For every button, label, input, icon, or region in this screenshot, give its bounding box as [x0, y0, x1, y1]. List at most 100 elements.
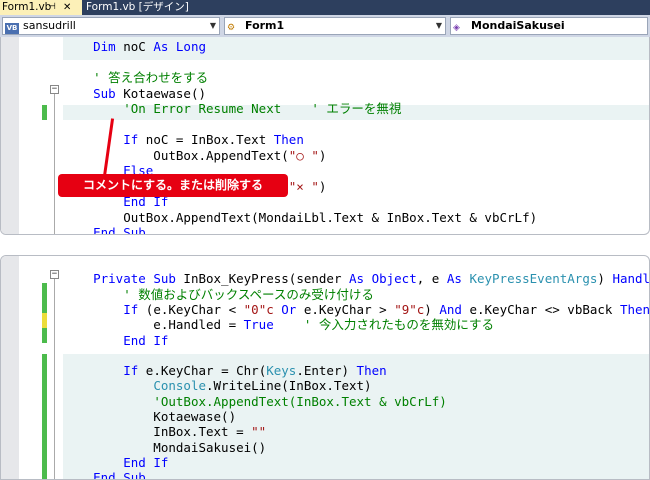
code-token: Dim [93, 39, 116, 54]
code-line[interactable]: OutBox.AppendText("○ ") [63, 148, 326, 163]
outline-line [54, 94, 55, 234]
code-token: Sub [93, 85, 116, 101]
code-line[interactable]: If (e.KeyChar < "0"c Or e.KeyChar > "9"c… [63, 301, 650, 317]
code-line[interactable]: e.Handled = True ' 今入力されたものを無効にする [63, 317, 494, 332]
code-line[interactable]: Private Sub InBox_KeyPress(sender As Obj… [63, 271, 650, 287]
code-editor-bottom[interactable]: − Private Sub InBox_KeyPress(sender As O… [0, 255, 650, 480]
code-token: MondaiSakusei() [63, 439, 267, 455]
indicator-margin [1, 256, 19, 479]
tab-form1-designer[interactable]: Form1.vb [デザイン] [86, 0, 189, 15]
chevron-down-icon: ▼ [209, 21, 216, 30]
code-token: If [123, 301, 139, 317]
code-token: Handles [612, 271, 650, 287]
code-token: Then [619, 301, 650, 317]
code-line[interactable]: If noC = InBox.Text Then [63, 132, 304, 147]
document-tab-bar: Form1.vb ⊣ ✕ Form1.vb [デザイン] [0, 0, 650, 15]
object-name: Form1 [245, 19, 285, 32]
code-line[interactable]: 'OutBox.AppendText(InBox.Text & vbCrLf) [63, 394, 447, 409]
code-token: If [123, 363, 139, 379]
code-line[interactable]: End If [63, 455, 168, 470]
code-token: "" [251, 424, 267, 440]
line-margin [19, 37, 63, 234]
code-token: End If [123, 454, 169, 470]
code-token: e.KeyChar <> vbBack [461, 301, 620, 317]
member-dropdown[interactable]: ◈ MondaiSakusei [450, 17, 648, 35]
code-token: If [123, 132, 139, 147]
code-token: Keys [266, 363, 297, 379]
chevron-down-icon: ▼ [435, 21, 442, 30]
change-marker [42, 328, 47, 343]
separator [0, 235, 650, 255]
pin-icon[interactable]: ⊣ [48, 0, 56, 15]
code-token: "0"c [243, 301, 274, 317]
code-token: ) [318, 178, 327, 194]
code-token: e.KeyChar > [296, 301, 395, 317]
line-margin [19, 256, 63, 479]
code-token: "○ " [288, 147, 319, 163]
change-marker [42, 283, 47, 313]
code-line[interactable]: ' 答え合わせをする [63, 70, 208, 85]
code-token: ) [318, 147, 327, 163]
code-line[interactable]: InBox.Text = "" [63, 424, 266, 439]
code-editor-top[interactable]: − Dim noC As Long ' 答え合わせをする Sub Kotaewa… [0, 37, 650, 235]
code-line[interactable]: 'On Error Resume Next ' エラーを無視 [63, 101, 401, 116]
member-name: MondaiSakusei [471, 19, 565, 32]
form-class-icon: ⚙ [227, 23, 236, 33]
code-line[interactable]: If e.KeyChar = Chr(Keys.Enter) Then [63, 363, 387, 379]
code-line[interactable]: Console.WriteLine(InBox.Text) [63, 378, 372, 394]
code-token: OutBox.AppendText(MondaiLbl.Text & InBox… [63, 209, 538, 225]
indicator-margin [1, 37, 19, 234]
code-token: End Sub [93, 225, 146, 235]
code-token: , e [416, 271, 447, 287]
code-line[interactable]: End Sub [63, 470, 146, 480]
unsaved-change-marker [42, 313, 47, 328]
code-token: And [439, 301, 462, 317]
tab-label: Form1.vb [2, 1, 52, 13]
code-token: Then [356, 363, 387, 379]
project-name: sansudrill [23, 19, 76, 32]
close-icon[interactable]: ✕ [63, 0, 71, 15]
tab-form1-vb[interactable]: Form1.vb ⊣ ✕ [0, 0, 82, 15]
project-dropdown[interactable]: VB sansudrill ▼ [2, 17, 220, 35]
code-token: OutBox.AppendText( [63, 147, 289, 163]
code-token: .WriteLine(InBox.Text) [206, 378, 372, 394]
code-token: Or [281, 301, 297, 317]
code-line[interactable]: ' 数値およびバックスペースのみ受け付ける [63, 287, 374, 302]
change-marker [42, 105, 47, 120]
code-token: Kotaewase() [63, 409, 237, 424]
code-token: KeyPressEventArgs [469, 271, 598, 287]
code-token: (e.KeyChar < [138, 301, 244, 317]
code-token: ' 答え合わせをする [93, 70, 209, 85]
code-token: "9"c [394, 301, 425, 317]
collapse-icon[interactable]: − [50, 85, 59, 94]
vb-project-icon: VB [5, 23, 19, 34]
code-token: ' 今入力されたものを無効にする [303, 317, 495, 333]
code-token: ) [424, 301, 440, 317]
code-line[interactable]: Kotaewase() [63, 409, 236, 424]
code-token: "× " [288, 178, 319, 194]
code-token: 'On Error Resume Next ' エラーを無視 [123, 101, 402, 116]
object-dropdown[interactable]: ⚙ Form1 ▼ [224, 17, 446, 35]
code-line[interactable]: End If [63, 333, 168, 348]
code-line[interactable]: Dim noC As Long [63, 39, 206, 54]
code-token: e.Handled = [63, 317, 244, 333]
code-token: End Sub [93, 470, 146, 480]
code-line[interactable]: End Sub [63, 225, 146, 235]
code-line[interactable]: OutBox.AppendText(MondaiLbl.Text & InBox… [63, 210, 537, 225]
collapse-icon[interactable]: − [50, 270, 59, 279]
code-token: End If [123, 332, 169, 348]
code-line[interactable]: Sub Kotaewase() [63, 86, 206, 101]
code-token: 'OutBox.AppendText(InBox.Text & vbCrLf) [153, 393, 447, 409]
code-line[interactable]: MondaiSakusei() [63, 440, 266, 455]
